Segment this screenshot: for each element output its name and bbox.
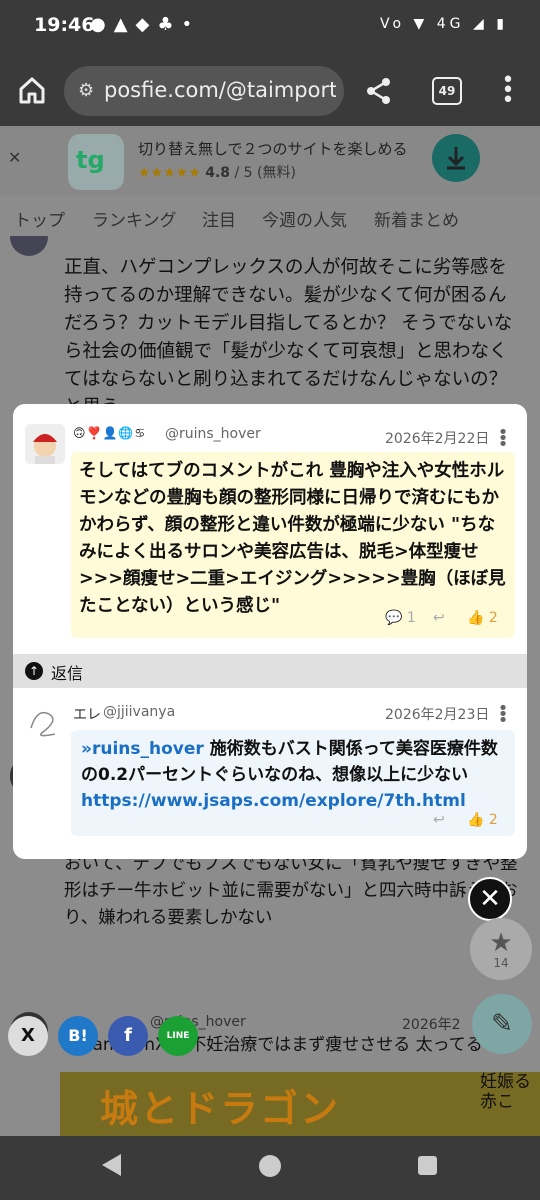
nav-ranking[interactable]: ランキング (92, 206, 177, 231)
like-count: 2 (488, 812, 498, 828)
wifi-icon: ▼ (413, 16, 429, 32)
avatar[interactable] (25, 424, 65, 464)
like-button[interactable]: 👍 2 (467, 812, 498, 828)
like-count: 2 (488, 610, 498, 626)
like-button[interactable]: 👍 2 (467, 610, 498, 626)
banner-close-icon[interactable]: ✕ (8, 148, 21, 167)
thumbs-up-icon: 👍 (467, 812, 485, 828)
tweet-text: そしてはてブのコメントがこれ 豊胸や注入や女性ホルモンなどの豊胸も顔の整形同様に… (79, 461, 506, 616)
reply-mention[interactable]: »ruins_hover (81, 739, 204, 759)
notification-icons: ●▲◆♣• (90, 14, 201, 35)
status-time: 19:46 (34, 14, 95, 36)
replies-header: ↑ 返信 (13, 654, 527, 688)
url-bar[interactable]: ⚙ posfie.com/@taimport/p (64, 66, 344, 116)
status-bar: 19:46 ●▲◆♣• Vo ▼ 4G ◢ ▮ (0, 0, 540, 52)
recents-icon[interactable] (418, 1156, 437, 1175)
volte-icon: Vo (380, 16, 406, 32)
avatar[interactable] (25, 702, 65, 742)
reply-arrow-icon[interactable]: ↩ (433, 812, 445, 828)
reply-count-button[interactable]: 💬 1 (385, 610, 416, 626)
site-settings-icon[interactable]: ⚙ (78, 80, 94, 101)
ad-side-text: 妊娠る赤こ (480, 1072, 531, 1112)
app-logo: tg (68, 134, 124, 190)
site-nav: トップ ランキング 注目 今週の人気 新着まとめ (0, 206, 540, 242)
banner-tagline: 切り替え無しで２つのサイトを楽しめる (138, 140, 408, 158)
home-nav-icon[interactable] (259, 1155, 281, 1177)
pencil-icon: ✎ (491, 1009, 513, 1039)
rating-suffix: / 5 (無料) (230, 165, 296, 181)
profile-emojis: 🙃❣️👤🌐♋ (73, 426, 147, 440)
share-hatena-button[interactable]: B! (58, 1016, 98, 1056)
nav-featured[interactable]: 注目 (202, 206, 236, 231)
battery-icon: ▮ (496, 16, 508, 32)
reply-link[interactable]: https://www.jsaps.com/explore/7th.html (81, 791, 466, 811)
network-type: 4G (436, 16, 465, 32)
close-icon: ✕ (479, 884, 501, 914)
more-options-icon[interactable]: • • • (497, 700, 509, 730)
more-options-icon[interactable]: • • • (497, 424, 509, 454)
nav-new[interactable]: 新着まとめ (374, 206, 459, 231)
download-icon (447, 147, 465, 170)
app-logo-text: tg (76, 146, 105, 174)
browser-toolbar: ⚙ posfie.com/@taimport/p 49 • • • (0, 52, 540, 126)
download-button[interactable] (432, 134, 480, 182)
overflow-menu-icon[interactable]: • • • (500, 70, 516, 112)
replies-label: 返信 (51, 664, 84, 683)
thumbs-up-icon: 👍 (467, 610, 485, 626)
reply-arrow-icon[interactable]: ↩ (433, 610, 445, 626)
share-facebook-button[interactable]: f (108, 1016, 148, 1056)
share-icon[interactable] (364, 76, 394, 106)
banner-rating: ★★★★★ 4.8 / 5 (無料) (138, 162, 296, 182)
tweet-date: 2026年2月22日 (385, 431, 490, 447)
tweet-body: そしてはてブのコメントがこれ 豊胸や注入や女性ホルモンなどの豊胸も顔の整形同様に… (71, 452, 515, 638)
signal-icon: ◢ (472, 16, 488, 32)
signal-icons: Vo ▼ 4G ◢ ▮ (380, 16, 508, 32)
arrow-up-icon: ↑ (25, 662, 43, 680)
close-modal-button[interactable]: ✕ (468, 877, 512, 921)
home-icon[interactable] (14, 72, 50, 108)
edit-button[interactable]: ✎ (472, 994, 532, 1054)
nav-weekly[interactable]: 今週の人気 (262, 206, 347, 231)
reply-text-block: »ruins_hover 施術数もバスト関係って美容医療件数の0.2パーセントぐ… (81, 736, 509, 814)
tweet-handle[interactable]: @ruins_hover (165, 426, 261, 442)
reply-body: »ruins_hover 施術数もバスト関係って美容医療件数の0.2パーセントぐ… (71, 730, 515, 836)
avatar (10, 236, 48, 256)
rating-stars: ★★★★★ (138, 165, 201, 181)
comment-icon: 💬 (385, 610, 403, 626)
app-install-banner[interactable]: ✕ tg 切り替え無しで２つのサイトを楽しめる ★★★★★ 4.8 / 5 (無… (0, 126, 540, 196)
favorite-button[interactable]: ★ 14 (470, 918, 532, 980)
tweet-thread-modal: 🙃❣️👤🌐♋ @ruins_hover 2026年2月22日 • • • そしてはて… (13, 404, 527, 859)
reply-handle[interactable]: @jjiivanya (103, 704, 175, 720)
back-icon[interactable] (102, 1154, 121, 1176)
ad-title: 城とドラゴン (100, 1087, 341, 1131)
reply-date: 2026年2月23日 (385, 707, 490, 723)
ad-banner[interactable]: 城とドラゴン 妊娠る赤こ (60, 1072, 540, 1136)
rating-value: 4.8 (205, 165, 231, 181)
reply-author-name[interactable]: エレ (73, 704, 101, 724)
share-line-button[interactable]: LINE (158, 1016, 198, 1056)
post-text: 正直、ハゲコンプレックスの人が何故そこに劣等感を持ってるのか理解できない。髪が少… (64, 257, 513, 418)
url-text[interactable]: posfie.com/@taimport/p (104, 78, 336, 102)
tab-switcher-button[interactable]: 49 (432, 77, 462, 105)
share-x-button[interactable]: X (8, 1016, 48, 1056)
reply-count: 1 (406, 610, 416, 626)
star-icon: ★ (489, 928, 513, 958)
favorite-count: 14 (493, 956, 509, 970)
system-nav-bar (0, 1136, 540, 1200)
nav-top[interactable]: トップ (14, 206, 65, 231)
